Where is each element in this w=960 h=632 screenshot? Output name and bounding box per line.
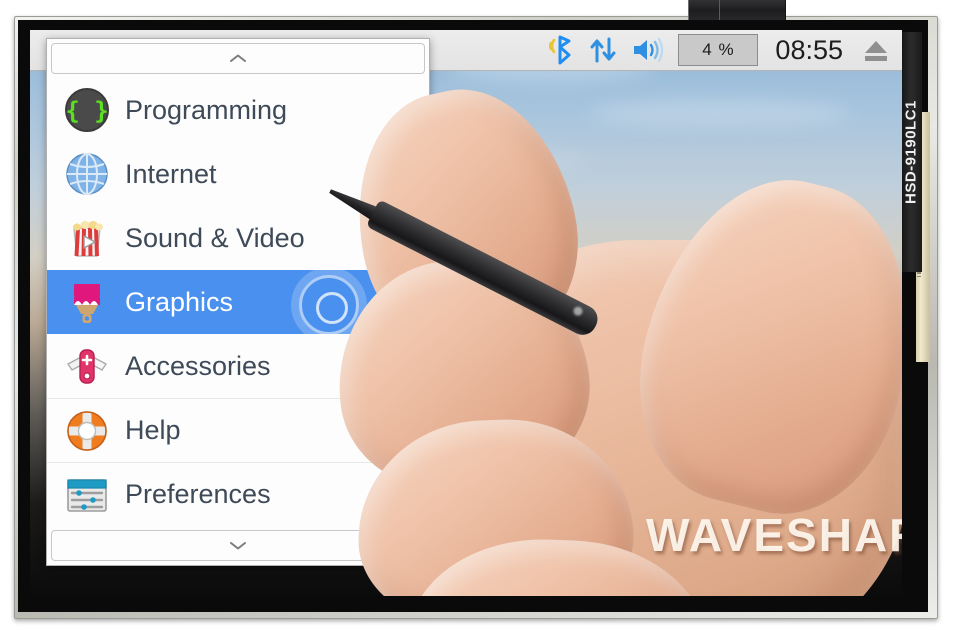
menu-scroll-up-button[interactable] [51, 43, 425, 74]
panel-model-label: HSD-9190LC1 [900, 32, 922, 272]
menu-item-help[interactable]: Help [47, 398, 429, 462]
menu-item-programming[interactable]: { } Programming › [47, 78, 429, 142]
cpu-usage-indicator[interactable]: 4 % [678, 34, 759, 66]
menu-item-accessories[interactable]: Accessories [47, 334, 429, 398]
network-icon[interactable] [588, 30, 618, 70]
chevron-right-icon: › [409, 96, 417, 123]
chevron-up-icon [230, 54, 246, 62]
display-top-connector [688, 0, 786, 22]
menu-item-label: Internet [125, 158, 217, 189]
bluetooth-icon[interactable] [549, 30, 575, 70]
application-menu: { } Programming › Internet › Sound & Vid… [46, 38, 430, 566]
chevron-right-icon: › [409, 160, 417, 187]
eject-icon[interactable] [860, 30, 892, 70]
touch-ripple-indicator [299, 275, 359, 335]
accessories-icon [61, 340, 113, 392]
menu-item-label: Help [125, 415, 181, 445]
menu-item-graphics[interactable]: Graphics [47, 270, 429, 335]
chevron-down-icon [230, 542, 246, 550]
menu-scroll-down-button[interactable] [51, 530, 425, 561]
screenshot-scene: HSD-9190LC1 4 % 08:55 {} Programming › … [0, 0, 960, 632]
menu-item-internet[interactable]: Internet › [47, 142, 429, 206]
menu-item-label: Accessories [125, 350, 271, 381]
brand-watermark: WAVESHARE [646, 509, 902, 561]
volume-icon[interactable] [631, 30, 665, 70]
programming-icon: { } [61, 84, 113, 136]
menu-item-preferences[interactable]: Preferences [47, 462, 429, 526]
menu-item-label: Preferences [125, 479, 271, 509]
internet-icon [61, 148, 113, 200]
help-icon [61, 405, 113, 457]
preferences-icon [61, 469, 113, 521]
menu-item-sound-video[interactable]: Sound & Video [47, 206, 429, 270]
clock[interactable]: 08:55 [771, 35, 847, 66]
lcd-screen: 4 % 08:55 {} Programming › Internet › S… [30, 30, 902, 596]
sound-video-icon [61, 212, 113, 264]
graphics-icon [61, 276, 113, 328]
menu-item-label: Graphics [125, 286, 234, 317]
cpu-usage-value: 4 % [702, 40, 735, 59]
menu-item-label: Sound & Video [125, 222, 305, 253]
svg-text:{ }: { } [65, 97, 108, 125]
menu-item-label: Programming [125, 94, 288, 125]
taskbar-tray: 4 % 08:55 [549, 30, 902, 70]
